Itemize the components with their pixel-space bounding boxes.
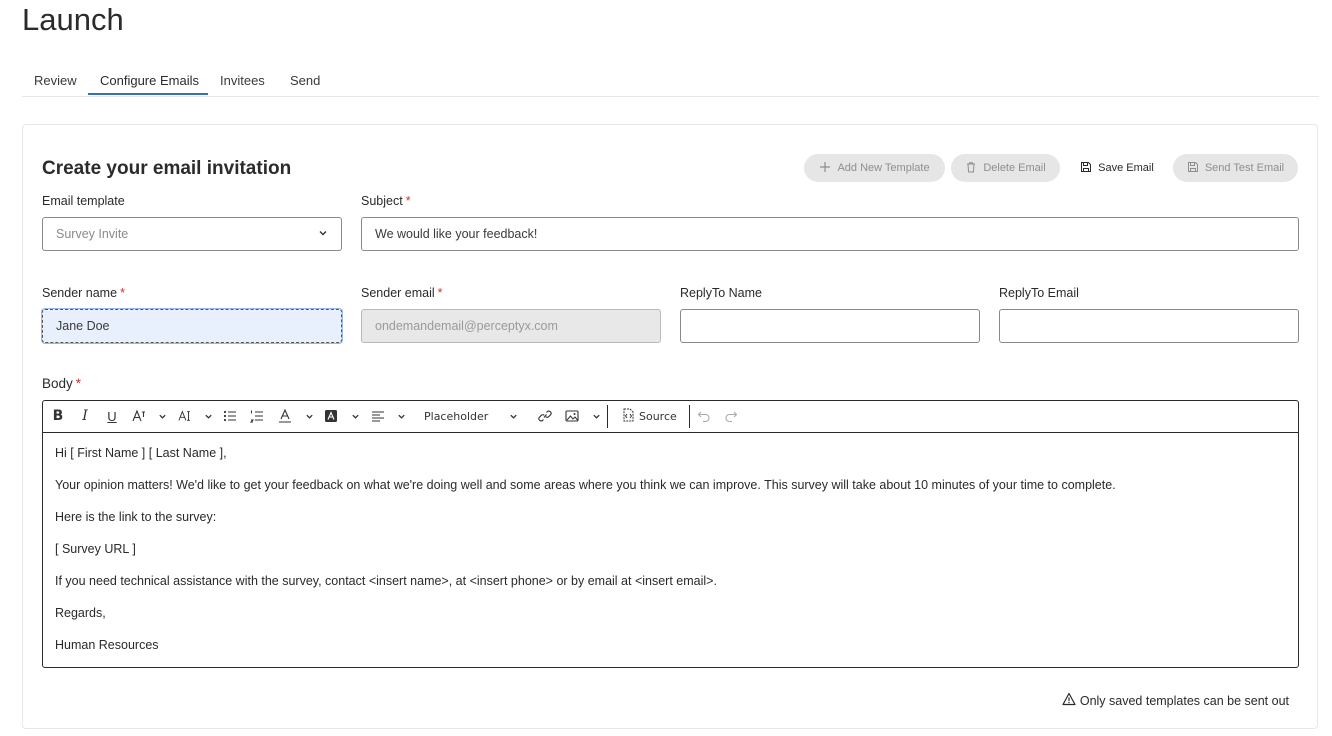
reply-to-email-label: ReplyTo Email [999,286,1079,300]
send-test-email-label: Send Test Email [1204,162,1285,174]
saved-templates-note-text: Only saved templates can be sent out [1079,693,1289,708]
source-label: Source [639,409,677,423]
font-size-icon[interactable] [176,407,194,425]
email-invitation-card: Create your email invitation Add New Tem… [22,124,1318,729]
underline-icon[interactable]: U [105,407,119,425]
chevron-down-icon[interactable] [203,407,213,425]
chevron-down-icon[interactable] [396,407,406,425]
required-mark: * [75,376,82,391]
delete-email-label: Delete Email [983,162,1046,174]
active-tab-indicator [88,93,208,95]
sender-email-input: ondemandemail@perceptyx.com [361,309,661,343]
sender-email-label: Sender email * [361,286,443,300]
bulleted-list-icon[interactable] [222,407,238,425]
email-template-label: Email template [42,194,125,208]
placeholder-dropdown[interactable]: Placeholder [424,407,488,425]
save-email-label: Save Email [1098,162,1154,174]
reply-to-email-input[interactable] [999,309,1299,343]
body-line: Your opinion matters! We'd like to get y… [55,478,1116,492]
body-line: Human Resources [55,638,159,652]
font-color-icon[interactable] [277,407,293,425]
toolbar-divider [689,405,690,428]
body-label-text: Body [42,376,73,391]
editor-toolbar: B I U Placeholder Source [43,401,1298,433]
card-title: Create your email invitation [42,158,292,179]
subject-input[interactable]: We would like your feedback! [361,217,1299,251]
text-style-icon[interactable] [131,407,147,425]
subject-label: Subject * [361,194,411,208]
tab-review[interactable]: Review [34,73,77,88]
chevron-down-icon[interactable] [157,407,167,425]
tab-invitees[interactable]: Invitees [220,73,265,88]
tab-send[interactable]: Send [290,73,320,88]
email-body-content[interactable]: Hi [ First Name ] [ Last Name ], Your op… [55,445,1116,669]
bold-icon[interactable]: B [51,407,65,425]
warning-icon [1062,692,1076,709]
sender-name-label-text: Sender name [42,286,118,300]
save-icon [1080,161,1092,176]
chevron-down-icon[interactable] [304,407,314,425]
add-new-template-label: Add New Template [837,162,930,174]
sender-name-label: Sender name * [42,286,125,300]
tab-bar: Review Configure Emails Invitees Send [22,66,1319,97]
sender-email-value: ondemandemail@perceptyx.com [375,319,558,333]
subject-value: We would like your feedback! [375,227,538,241]
body-line: Hi [ First Name ] [ Last Name ], [55,446,227,460]
reply-to-name-input[interactable] [680,309,980,343]
source-button[interactable]: Source [621,407,677,425]
trash-icon [965,161,977,176]
undo-icon[interactable] [697,407,711,425]
rich-text-editor: B I U Placeholder Source Hi [First Name… [42,400,1299,668]
numbered-list-icon[interactable] [249,407,265,425]
italic-icon[interactable]: I [78,407,92,425]
body-line: Regards, [55,606,106,620]
body-line: If you need technical assistance with th… [55,574,717,588]
sender-name-value: Jane Doe [56,319,110,333]
save-email-button[interactable]: Save Email [1072,154,1162,182]
required-mark: * [405,194,411,208]
reply-to-email-text[interactable] [1013,319,1285,333]
background-color-icon[interactable] [323,407,339,425]
image-icon[interactable] [564,407,580,425]
page-title: Launch [22,2,124,37]
link-icon[interactable] [537,407,553,425]
saved-templates-note: Only saved templates can be sent out [1062,692,1289,709]
chevron-down-icon[interactable] [591,407,601,425]
toolbar-divider [607,405,608,428]
chevron-down-icon[interactable] [350,407,360,425]
delete-email-button[interactable]: Delete Email [951,154,1060,182]
chevron-down-icon[interactable] [508,407,518,425]
chevron-down-icon [318,227,328,241]
sender-email-label-text: Sender email [361,286,435,300]
tab-configure-emails[interactable]: Configure Emails [100,73,199,88]
body-line: Here is the link to the survey: [55,510,217,524]
plus-icon [819,161,831,176]
sender-name-input[interactable]: Jane Doe [42,309,342,343]
body-line: [ Survey URL ] [55,542,136,556]
required-mark: * [437,286,443,300]
reply-to-name-text[interactable] [694,319,966,333]
subject-label-text: Subject [361,194,403,208]
send-test-email-button[interactable]: Send Test Email [1173,154,1298,182]
reply-to-name-label: ReplyTo Name [680,286,762,300]
email-template-value: Survey Invite [56,227,129,241]
email-template-select[interactable]: Survey Invite [42,217,342,251]
align-left-icon[interactable] [370,407,386,425]
body-label: Body * [42,376,81,391]
source-icon [621,408,635,425]
save-icon [1187,161,1199,176]
add-new-template-button[interactable]: Add New Template [804,154,945,182]
required-mark: * [120,286,125,300]
redo-icon[interactable] [724,407,738,425]
